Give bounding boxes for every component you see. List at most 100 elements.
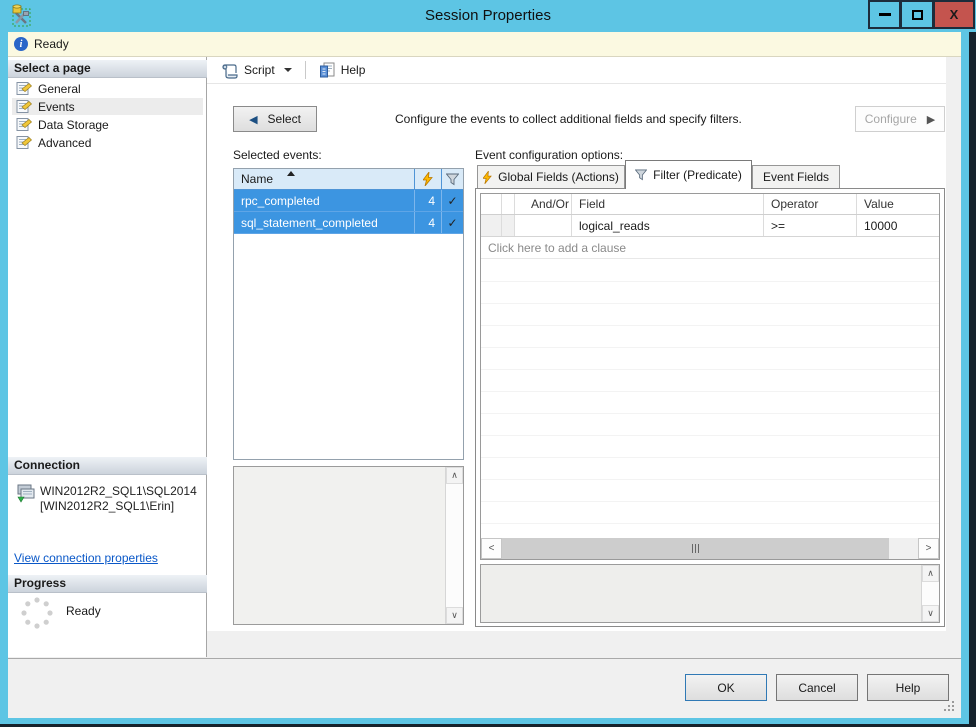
- field-column-header[interactable]: Field: [571, 194, 763, 214]
- field-cell[interactable]: logical_reads: [571, 215, 763, 236]
- page-icon: [16, 82, 32, 95]
- predicate-description-box: ∧ ∨: [480, 564, 940, 623]
- script-dropdown-icon[interactable]: [283, 68, 292, 72]
- minimize-icon: [878, 13, 891, 16]
- event-row-rpc-completed[interactable]: rpc_completed 4 ✓: [234, 190, 463, 212]
- back-arrow-icon: ◀: [249, 113, 258, 126]
- help-button[interactable]: Help: [341, 63, 366, 77]
- name-header-label: Name: [241, 172, 274, 186]
- connection-header: Connection: [8, 457, 207, 475]
- operator-cell[interactable]: >=: [763, 215, 856, 236]
- status-bar: i Ready: [8, 32, 961, 57]
- toolbar-separator: [304, 61, 306, 79]
- select-a-page-header: Select a page: [8, 60, 207, 78]
- description-scrollbar[interactable]: ∧ ∨: [445, 467, 463, 624]
- resize-grip[interactable]: [944, 701, 956, 713]
- connection-login: [WIN2012R2_SQL1\Erin]: [40, 499, 175, 513]
- session-properties-window: Session Properties X i Ready Select a pa…: [0, 0, 976, 727]
- close-icon: X: [949, 7, 959, 22]
- view-connection-properties-link[interactable]: View connection properties: [14, 551, 158, 565]
- progress-spinner-icon: [20, 596, 54, 633]
- configure-button[interactable]: Configure ▶: [855, 106, 945, 132]
- sidebar-item-events[interactable]: Events: [12, 98, 203, 115]
- horizontal-scrollbar[interactable]: < >: [481, 538, 939, 559]
- filter-grid: And/Or Field Operator Value logical_read…: [480, 193, 940, 560]
- description-scrollbar[interactable]: ∧ ∨: [921, 565, 939, 622]
- connection-info: WIN2012R2_SQL1\SQL2014 [WIN2012R2_SQL1\E…: [40, 484, 197, 514]
- sidebar-item-advanced[interactable]: Advanced: [12, 134, 203, 151]
- event-name: sql_statement_completed: [241, 215, 378, 230]
- page-icon: [16, 118, 32, 131]
- tab-label: Event Fields: [762, 170, 830, 184]
- select-button[interactable]: ◀ Select: [233, 106, 317, 132]
- status-message: Ready: [34, 37, 69, 51]
- server-icon: [16, 484, 36, 506]
- name-column-header[interactable]: Name: [234, 169, 414, 189]
- filter-column-header[interactable]: [441, 169, 463, 189]
- sidebar-item-label: General: [38, 81, 81, 96]
- event-row-sql-statement-completed[interactable]: sql_statement_completed 4 ✓: [234, 212, 463, 234]
- lightning-icon: [483, 170, 493, 184]
- expand-cell: [501, 215, 514, 236]
- sidebar-item-label: Data Storage: [38, 117, 109, 132]
- tab-label: Filter (Predicate): [653, 168, 742, 182]
- row-indicator-column: [481, 194, 501, 214]
- window-title: Session Properties: [425, 7, 551, 24]
- help-icon: [319, 62, 335, 77]
- minimize-button[interactable]: [868, 0, 901, 29]
- scroll-left-icon[interactable]: <: [481, 538, 502, 559]
- filter-clause-row[interactable]: logical_reads >= 10000: [481, 215, 939, 237]
- operator-column-header[interactable]: Operator: [763, 194, 856, 214]
- event-description-box: ∧ ∨: [233, 466, 464, 625]
- connection-server: WIN2012R2_SQL1\SQL2014: [40, 484, 197, 498]
- event-filter-check-icon: ✓: [441, 190, 463, 211]
- maximize-button[interactable]: [901, 0, 934, 29]
- scroll-right-icon[interactable]: >: [918, 538, 939, 559]
- sidebar-item-label: Events: [38, 99, 75, 114]
- forward-arrow-icon: ▶: [926, 113, 936, 126]
- info-icon: i: [14, 37, 28, 51]
- progress-header: Progress: [8, 575, 207, 593]
- and-or-cell[interactable]: [514, 215, 571, 236]
- scroll-up-icon[interactable]: ∧: [446, 467, 463, 484]
- sidebar-item-label: Advanced: [38, 135, 92, 150]
- row-indicator-cell: [481, 215, 501, 236]
- titlebar[interactable]: Session Properties X: [0, 0, 976, 32]
- window-border-bottom: [0, 718, 969, 724]
- ok-button[interactable]: OK: [685, 674, 767, 701]
- funnel-icon: [446, 173, 459, 185]
- page-toolbar: Script Help: [207, 57, 946, 84]
- scroll-down-icon[interactable]: ∨: [922, 605, 939, 622]
- dialog-footer: OK Cancel Help: [8, 658, 961, 718]
- event-action-count: 4: [414, 190, 441, 211]
- sort-ascending-icon: [287, 171, 295, 176]
- add-clause-row[interactable]: Click here to add a clause: [481, 237, 939, 259]
- script-button[interactable]: Script: [244, 63, 275, 77]
- help-button-footer[interactable]: Help: [867, 674, 949, 701]
- window-border-left: [0, 32, 8, 723]
- close-button[interactable]: X: [934, 0, 975, 29]
- scroll-down-icon[interactable]: ∨: [446, 607, 463, 624]
- configure-button-label: Configure: [864, 112, 917, 126]
- page-icon: [16, 100, 32, 113]
- select-button-label: Select: [267, 112, 301, 126]
- sidebar-item-general[interactable]: General: [12, 80, 203, 97]
- sidebar-item-data-storage[interactable]: Data Storage: [12, 116, 203, 133]
- selected-events-label: Selected events:: [233, 148, 322, 162]
- actions-column-header[interactable]: [414, 169, 441, 189]
- sidebar: Select a page General Events Data Storag…: [8, 57, 207, 657]
- tab-filter-predicate[interactable]: Filter (Predicate): [625, 160, 752, 189]
- and-or-column-header[interactable]: And/Or: [514, 194, 571, 214]
- scrollbar-thumb[interactable]: [502, 538, 889, 559]
- scroll-up-icon[interactable]: ∧: [922, 565, 939, 582]
- window-controls: X: [868, 0, 975, 29]
- cancel-button[interactable]: Cancel: [776, 674, 858, 701]
- window-border-right: [961, 32, 969, 723]
- event-filter-check-icon: ✓: [441, 212, 463, 233]
- tab-global-fields-actions[interactable]: Global Fields (Actions): [477, 165, 625, 189]
- expand-column: [501, 194, 514, 214]
- value-column-header[interactable]: Value: [856, 194, 939, 214]
- value-cell[interactable]: 10000: [856, 215, 939, 236]
- tab-event-fields[interactable]: Event Fields: [752, 165, 840, 189]
- event-name: rpc_completed: [241, 193, 320, 208]
